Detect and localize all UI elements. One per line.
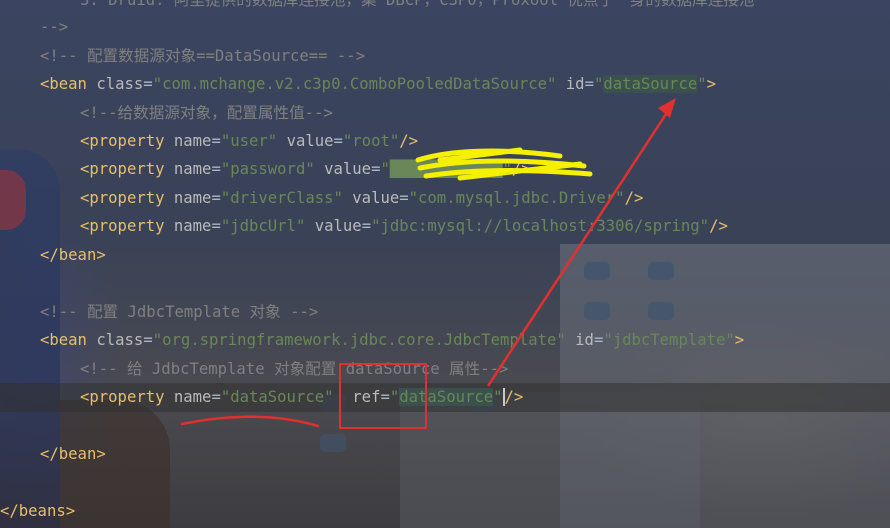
code-token-tag: <property [80,217,174,235]
code-token-tag: </beans> [0,502,76,520]
code-token-plain: = [399,189,409,207]
code-token-tag: <property [80,388,174,406]
code-token-tag: /> [709,217,728,235]
code-token-attr: name [173,217,212,235]
wallpaper-window [648,302,674,320]
code-token-attr: name [173,160,212,178]
code-token-tag: <bean [40,331,97,349]
code-token-attr: name [173,189,212,207]
code-token-val: "root" [342,132,400,150]
code-token-val: "org.springframework.jdbc.core.JdbcTempl… [152,331,566,349]
code-token-plain: = [211,189,221,207]
code-token-val: " [697,75,707,93]
code-token-val: " [593,75,604,93]
code-token-tag: /> [399,132,419,150]
wallpaper-window [648,262,674,280]
code-token-val: " [389,388,400,406]
wallpaper-window [320,434,346,452]
wallpaper-window [584,262,610,280]
wallpaper-building [400,392,700,528]
code-token-val: "████████████" [380,160,512,178]
code-token-val: "user" [220,132,278,150]
code-editor[interactable]: 3. Druid: 阿里提供的数据库连接池，集 DBCP，C3P0，Proxoo… [0,0,890,528]
code-token-val: "jdbc:mysql://localhost:3306/spring" [371,217,710,235]
code-token-plain: = [211,160,221,178]
code-token-plain: = [143,75,153,93]
code-token-val: dataSource [603,75,698,93]
wallpaper-character-detail [0,170,26,230]
code-token-val: "password" [220,160,315,178]
code-token-comment: <!-- 配置 JdbcTemplate 对象 --> [40,303,319,321]
code-token-tag: </bean> [40,246,106,264]
code-token-comment: <!-- 给 JdbcTemplate 对象配置 dataSource 属性--… [80,360,509,378]
code-token-attr: value [324,160,372,178]
code-token-attr: ref [352,388,381,406]
code-token-comment: --> [40,18,69,36]
code-token-tag: <property [80,189,174,207]
code-token-attr: name [173,132,212,150]
code-token-attr: value [352,189,400,207]
code-token-attr: id [565,75,585,93]
annotation-arrow-head [658,98,676,118]
code-token-comment: 3. Druid: 阿里提供的数据库连接池，集 DBCP，C3P0，Proxoo… [80,0,755,9]
code-token-comment: <!-- 配置数据源对象==DataSource== --> [40,47,366,65]
code-token-tag: </bean> [40,445,106,463]
code-token-attr: value [286,132,334,150]
code-token-attr: class [96,331,144,349]
code-token-tag: /> [504,388,524,406]
code-token-val: "com.mchange.v2.c3p0.ComboPooledDataSour… [152,75,557,93]
code-token-tag: > [734,331,745,349]
code-token-tag: <property [80,160,174,178]
code-token-attr: name [173,388,212,406]
code-token-tag: /> [624,189,644,207]
code-token-val: "jdbcTemplate" [603,331,735,349]
red-underline [180,415,320,428]
code-token-attr: class [96,75,144,93]
code-token-attr: id [575,331,594,349]
code-token-val: "jdbcUrl" [220,217,306,235]
code-token-comment: <!--给数据源对象，配置属性值--> [80,104,333,122]
code-token-plain: = [211,388,221,406]
code-token-val: "com.mysql.jdbc.Driver" [408,189,625,207]
code-token-plain: = [211,132,221,150]
code-token-val: dataSource [399,388,494,406]
code-line-current[interactable]: <property name="dataSource" ref="dataSou… [0,383,890,412]
code-token-attr: value [314,217,362,235]
code-token-tag: /> [511,160,531,178]
code-token-plain: = [143,331,153,349]
code-token-tag: <property [80,132,174,150]
code-token-tag: > [706,75,717,93]
code-token-plain: = [211,217,221,235]
code-token-plain: = [584,75,594,93]
code-token-val: "dataSource" [220,388,334,406]
code-token-val: " [493,388,505,406]
code-token-tag: <bean [40,75,97,93]
code-token-plain: = [361,217,372,235]
code-token-plain: = [593,331,604,349]
code-token-val: "driverClass" [220,189,343,207]
code-token-plain: = [380,388,390,406]
code-token-plain: = [333,132,343,150]
wallpaper-window [584,302,610,320]
